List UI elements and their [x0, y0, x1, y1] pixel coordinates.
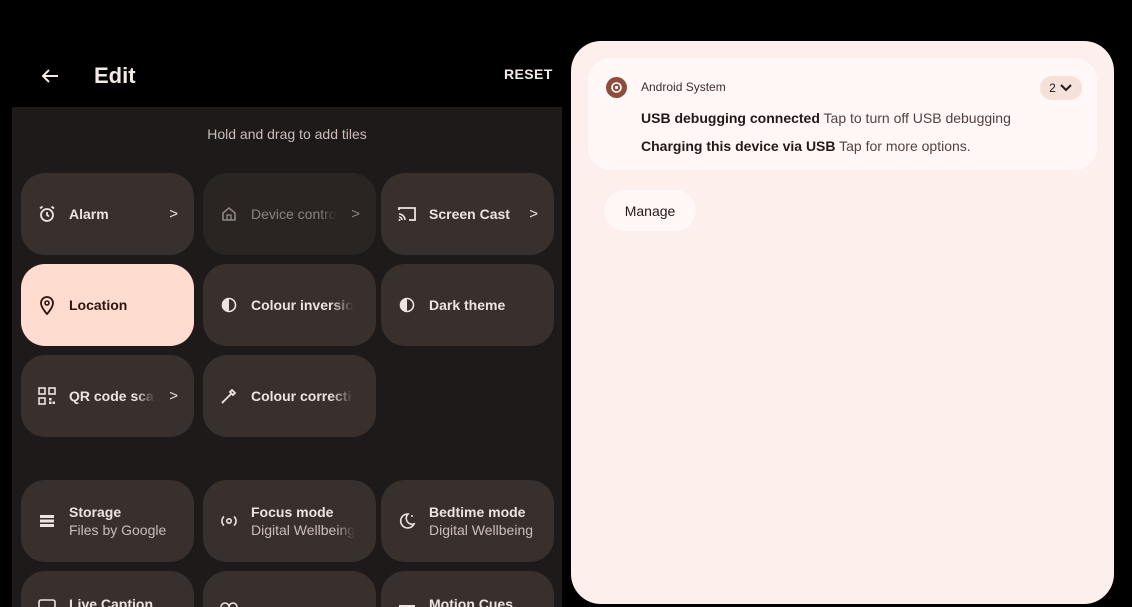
half-circle-icon	[397, 295, 417, 315]
tile-hearing[interactable]	[203, 571, 376, 607]
notification-line: USB debugging connected Tap to turn off …	[641, 110, 1011, 126]
chevron-down-icon	[1060, 84, 1072, 92]
tile-label: Dark theme	[429, 297, 506, 313]
notification-count: 2	[1049, 81, 1056, 95]
notification-line-text: Tap for more options.	[839, 138, 971, 154]
alarm-icon	[37, 204, 57, 224]
arrow-left-icon	[41, 69, 58, 83]
focus-icon	[219, 511, 239, 531]
tile-live-caption[interactable]: Live Caption	[21, 571, 194, 607]
tile-dark-theme[interactable]: Dark theme	[381, 264, 554, 346]
tile-location[interactable]: Location	[21, 264, 194, 346]
manage-button[interactable]: Manage	[604, 190, 696, 231]
tile-label: Screen Cast	[429, 206, 510, 222]
tile-screen-cast[interactable]: Screen Cast >	[381, 173, 554, 255]
caption-icon	[37, 596, 57, 607]
tile-label: Device controls	[251, 206, 337, 222]
chevron-right-icon: >	[351, 205, 360, 223]
tile-label: Focus mode	[251, 504, 334, 520]
tile-label: Storage	[69, 504, 122, 520]
tile-label: Live Caption	[69, 596, 154, 607]
tile-colour-correction[interactable]: Colour correction	[203, 355, 376, 437]
notification-app-name: Android System	[641, 80, 726, 94]
tile-focus-mode[interactable]: Focus mode Digital Wellbeing	[203, 480, 376, 562]
notification-line-text: Tap to turn off USB debugging	[823, 110, 1011, 126]
storage-icon	[37, 511, 57, 531]
notification-line-title: USB debugging connected	[641, 110, 820, 126]
tile-label: QR code scanner	[69, 388, 155, 404]
tile-colour-inversion[interactable]: Colour inversion	[203, 264, 376, 346]
tile-label: Bedtime mode	[429, 504, 526, 520]
tile-motion-cues[interactable]: Motion Cues	[381, 571, 554, 607]
tile-label: Alarm	[69, 206, 109, 222]
tile-alarm[interactable]: Alarm >	[21, 173, 194, 255]
motion-icon	[397, 596, 417, 607]
hearing-icon	[219, 596, 239, 607]
chevron-right-icon: >	[529, 205, 538, 223]
chevron-right-icon: >	[169, 205, 178, 223]
tile-storage[interactable]: Storage Files by Google	[21, 480, 194, 562]
back-button[interactable]	[36, 62, 64, 90]
location-pin-icon	[37, 295, 57, 315]
cast-icon	[397, 204, 417, 224]
page-title: Edit	[94, 63, 136, 88]
tile-label: Motion Cues	[429, 596, 513, 607]
chevron-right-icon: >	[169, 387, 178, 405]
tile-bedtime-mode[interactable]: Bedtime mode Digital Wellbeing	[381, 480, 554, 562]
reset-button[interactable]: RESET	[504, 66, 553, 82]
qr-code-icon	[37, 386, 57, 406]
tile-label: Location	[69, 297, 128, 313]
tile-device-controls[interactable]: Device controls >	[203, 173, 376, 255]
tile-sublabel: Digital Wellbeing	[251, 522, 356, 538]
moon-icon	[397, 511, 417, 531]
tile-label: Colour inversion	[251, 297, 353, 313]
tile-sublabel: Digital Wellbeing	[429, 522, 534, 538]
notification-line-title: Charging this device via USB	[641, 138, 836, 154]
half-circle-icon	[219, 295, 239, 315]
drag-hint: Hold and drag to add tiles	[207, 126, 367, 142]
notification-expand-button[interactable]: 2	[1040, 76, 1082, 100]
eyedropper-icon	[219, 386, 239, 406]
tile-qr-code-scanner[interactable]: QR code scanner >	[21, 355, 194, 437]
tile-sublabel: Files by Google	[69, 522, 167, 538]
notification-line: Charging this device via USB Tap for mor…	[641, 138, 971, 154]
android-system-gear-icon	[606, 77, 627, 98]
tile-label: Colour correction	[251, 388, 353, 404]
home-icon	[219, 204, 239, 224]
